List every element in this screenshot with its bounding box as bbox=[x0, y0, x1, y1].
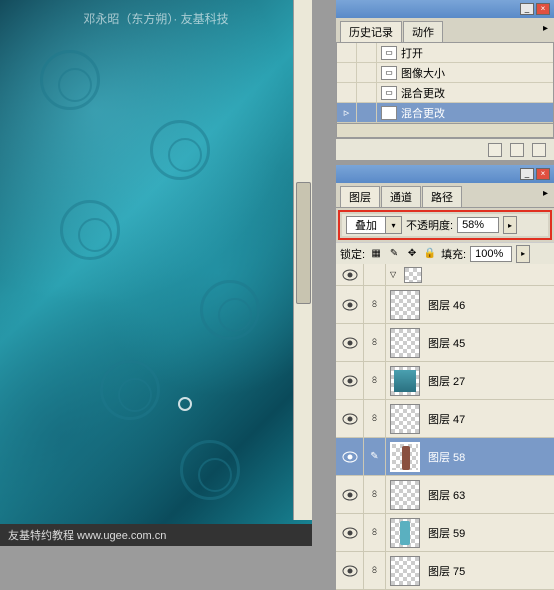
lock-move-icon[interactable]: ✥ bbox=[405, 247, 419, 261]
link-toggle[interactable] bbox=[364, 264, 386, 285]
layer-row[interactable]: 𝟾图层 46 bbox=[336, 286, 554, 324]
layer-row[interactable]: 𝟾图层 59 bbox=[336, 514, 554, 552]
tab-layers[interactable]: 图层 bbox=[340, 186, 380, 207]
new-snapshot-icon[interactable] bbox=[488, 143, 502, 157]
history-item[interactable]: ▭图像大小 bbox=[337, 63, 553, 83]
close-icon[interactable]: × bbox=[536, 3, 550, 15]
layer-thumb[interactable] bbox=[390, 518, 420, 548]
visibility-toggle[interactable] bbox=[336, 324, 364, 361]
layer-thumb[interactable] bbox=[390, 404, 420, 434]
layer-thumb[interactable] bbox=[390, 556, 420, 586]
trash-icon[interactable] bbox=[532, 143, 546, 157]
history-list: ▭打开 ▭图像大小 ▭混合更改 ▹▭混合更改 bbox=[336, 42, 554, 138]
panel-menu-icon[interactable]: ▸ bbox=[537, 21, 554, 42]
minimize-icon[interactable]: _ bbox=[520, 3, 534, 15]
visibility-toggle[interactable] bbox=[336, 286, 364, 323]
doc-icon: ▭ bbox=[381, 86, 397, 100]
opacity-flyout-icon[interactable]: ▸ bbox=[503, 216, 517, 234]
history-footer bbox=[336, 138, 554, 160]
layer-row[interactable]: 𝟾图层 45 bbox=[336, 324, 554, 362]
close-icon[interactable]: × bbox=[536, 168, 550, 180]
layer-thumb[interactable] bbox=[390, 290, 420, 320]
fill-flyout-icon[interactable]: ▸ bbox=[516, 245, 530, 263]
opacity-input[interactable]: 58% bbox=[457, 217, 499, 233]
layer-row[interactable]: 𝟾图层 47 bbox=[336, 400, 554, 438]
highlight-annotation: 叠加 ▾ 不透明度: 58% ▸ bbox=[338, 210, 552, 240]
layer-thumb[interactable] bbox=[390, 480, 420, 510]
history-scrollbar[interactable] bbox=[337, 123, 553, 137]
minimize-icon[interactable]: _ bbox=[520, 168, 534, 180]
tab-history[interactable]: 历史记录 bbox=[340, 21, 402, 42]
layer-thumb[interactable] bbox=[390, 442, 420, 472]
doc-icon: ▭ bbox=[381, 106, 397, 120]
link-toggle[interactable]: 𝟾 bbox=[364, 514, 386, 551]
layer-row[interactable]: ✎图层 58 bbox=[336, 438, 554, 476]
layer-list: ▽ 𝟾图层 46 𝟾图层 45 𝟾图层 27 𝟾图层 47 ✎图层 58 𝟾图层… bbox=[336, 264, 554, 590]
lock-paint-icon[interactable]: ✎ bbox=[387, 247, 401, 261]
link-toggle[interactable]: 𝟾 bbox=[364, 552, 386, 589]
lock-all-icon[interactable]: 🔒 bbox=[423, 247, 437, 261]
bottom-status-bar: 友基特约教程 www.ugee.com.cn bbox=[0, 524, 312, 546]
brush-cursor-icon bbox=[178, 397, 192, 411]
visibility-toggle[interactable] bbox=[336, 476, 364, 513]
link-toggle[interactable]: ✎ bbox=[364, 438, 386, 475]
tab-actions[interactable]: 动作 bbox=[403, 21, 443, 42]
link-toggle[interactable]: 𝟾 bbox=[364, 324, 386, 361]
lock-label: 锁定: bbox=[340, 246, 365, 262]
opacity-label: 不透明度: bbox=[406, 217, 453, 233]
fill-input[interactable]: 100% bbox=[470, 246, 512, 262]
layer-thumb[interactable] bbox=[390, 366, 420, 396]
canvas-scrollbar-vertical[interactable] bbox=[293, 0, 312, 520]
panel-menu-icon[interactable]: ▸ bbox=[537, 186, 554, 207]
layer-row[interactable]: 𝟾图层 75 bbox=[336, 552, 554, 590]
link-toggle[interactable]: 𝟾 bbox=[364, 476, 386, 513]
history-panel-titlebar[interactable]: _ × bbox=[336, 0, 554, 18]
link-toggle[interactable]: 𝟾 bbox=[364, 400, 386, 437]
blend-mode-select[interactable]: 叠加 ▾ bbox=[346, 216, 402, 234]
history-item[interactable]: ▹▭混合更改 bbox=[337, 103, 553, 123]
expand-icon[interactable]: ▽ bbox=[390, 270, 396, 279]
visibility-toggle[interactable] bbox=[336, 362, 364, 399]
fill-label: 填充: bbox=[441, 246, 466, 262]
new-doc-icon[interactable] bbox=[510, 143, 524, 157]
watermark-text: 邓永昭（东方朔）· 友基科技 bbox=[0, 10, 312, 27]
link-toggle[interactable]: 𝟾 bbox=[364, 362, 386, 399]
layer-thumb[interactable] bbox=[390, 328, 420, 358]
visibility-toggle[interactable] bbox=[336, 552, 364, 589]
visibility-toggle[interactable] bbox=[336, 438, 364, 475]
history-item[interactable]: ▭混合更改 bbox=[337, 83, 553, 103]
visibility-toggle[interactable] bbox=[336, 264, 364, 285]
doc-icon: ▭ bbox=[381, 66, 397, 80]
tab-paths[interactable]: 路径 bbox=[422, 186, 462, 207]
chevron-down-icon[interactable]: ▾ bbox=[385, 217, 401, 233]
history-item[interactable]: ▭打开 bbox=[337, 43, 553, 63]
link-toggle[interactable]: 𝟾 bbox=[364, 286, 386, 323]
layers-panel-titlebar[interactable]: _ × bbox=[336, 165, 554, 183]
history-marker-icon: ▹ bbox=[337, 103, 357, 122]
layer-row[interactable]: 𝟾图层 27 bbox=[336, 362, 554, 400]
canvas-viewport[interactable]: 邓永昭（东方朔）· 友基科技 bbox=[0, 0, 312, 546]
visibility-toggle[interactable] bbox=[336, 514, 364, 551]
doc-icon: ▭ bbox=[381, 46, 397, 60]
tab-channels[interactable]: 通道 bbox=[381, 186, 421, 207]
visibility-toggle[interactable] bbox=[336, 400, 364, 437]
layer-row[interactable]: 𝟾图层 63 bbox=[336, 476, 554, 514]
layer-thumb[interactable] bbox=[404, 267, 422, 283]
lock-transparent-icon[interactable]: ▦ bbox=[369, 247, 383, 261]
layer-group-row[interactable]: ▽ bbox=[336, 264, 554, 286]
